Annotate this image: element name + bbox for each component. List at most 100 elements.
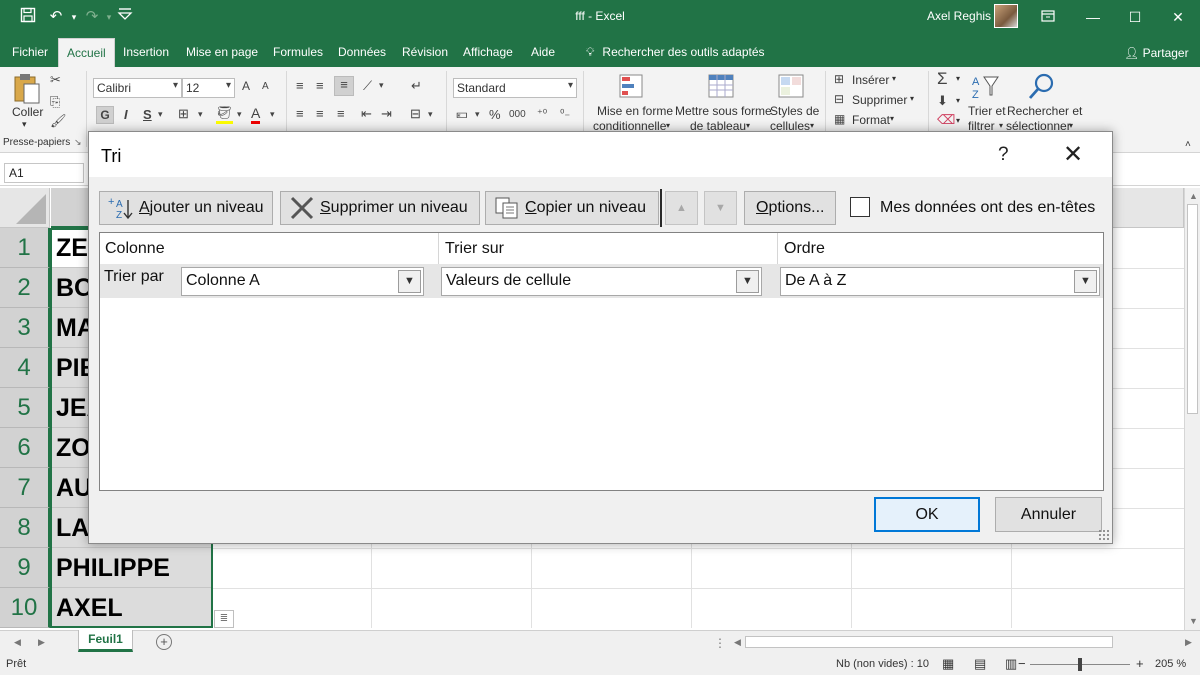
- zoom-out-button[interactable]: −: [1018, 656, 1026, 671]
- format-as-table-icon[interactable]: [707, 73, 739, 103]
- row-header[interactable]: 10: [0, 588, 50, 628]
- chevron-down-icon[interactable]: ▾: [475, 109, 480, 120]
- column-select[interactable]: Colonne A ▼: [181, 267, 424, 296]
- sort-filter-label-1[interactable]: Trier et: [968, 104, 1006, 118]
- name-box[interactable]: A1: [4, 163, 84, 183]
- chevron-down-icon[interactable]: ▾: [198, 109, 203, 120]
- increase-decimal-icon[interactable]: ⁺⁰: [537, 107, 547, 120]
- add-level-button[interactable]: + A Z Ajouter un niveau: [99, 191, 273, 225]
- chevron-down-icon[interactable]: ▾: [910, 94, 914, 103]
- tab-donnees[interactable]: Données: [338, 45, 386, 59]
- delete-label[interactable]: Supprimer: [852, 93, 907, 107]
- font-name-combo[interactable]: Calibri ▾: [93, 78, 182, 98]
- paste-label[interactable]: Coller: [12, 105, 43, 119]
- move-down-button[interactable]: ▼: [704, 191, 737, 225]
- chevron-down-icon[interactable]: ▾: [237, 109, 242, 120]
- scroll-down-icon[interactable]: ▼: [1189, 616, 1198, 626]
- chevron-down-icon[interactable]: ▼: [398, 270, 421, 293]
- underline-button[interactable]: S: [143, 107, 152, 122]
- tab-split-handle[interactable]: ⋮: [714, 636, 726, 650]
- chevron-down-icon[interactable]: ▾: [158, 109, 163, 120]
- add-sheet-icon[interactable]: +: [156, 634, 172, 650]
- ribbon-display-icon[interactable]: [1036, 5, 1060, 29]
- align-middle-icon[interactable]: ≡: [316, 78, 324, 93]
- clear-icon[interactable]: ⌫: [937, 112, 955, 128]
- prev-sheet-icon[interactable]: ◀: [14, 637, 21, 648]
- decrease-indent-icon[interactable]: ⇤: [361, 106, 372, 122]
- delete-level-button[interactable]: Supprimer un niveau: [280, 191, 480, 225]
- wrap-text-icon[interactable]: ↵: [411, 78, 422, 94]
- chevron-down-icon[interactable]: ▾: [956, 96, 960, 105]
- scroll-right-icon[interactable]: ▶: [1185, 637, 1192, 648]
- format-cells-icon[interactable]: ▦: [834, 112, 845, 126]
- tab-insertion[interactable]: Insertion: [123, 45, 169, 59]
- chevron-down-icon[interactable]: ▾: [666, 121, 670, 130]
- row-header[interactable]: 5: [0, 388, 50, 428]
- row-header[interactable]: 7: [0, 468, 50, 508]
- align-center-icon[interactable]: ≡: [316, 106, 324, 121]
- chevron-down-icon[interactable]: ▼: [1074, 270, 1097, 293]
- format-painter-icon[interactable]: 🖌︎: [50, 113, 67, 129]
- scroll-up-icon[interactable]: ▲: [1189, 191, 1198, 201]
- chevron-down-icon[interactable]: ▾: [956, 74, 960, 83]
- headers-checkbox-label[interactable]: Mes données ont des en-têtes: [880, 199, 1095, 217]
- bold-button[interactable]: G: [96, 106, 114, 124]
- dialog-close-button[interactable]: ✕: [1063, 140, 1083, 169]
- avatar[interactable]: [994, 4, 1018, 28]
- find-select-icon[interactable]: [1027, 72, 1059, 102]
- row-header[interactable]: 8: [0, 508, 50, 548]
- order-select[interactable]: De A à Z ▼: [780, 267, 1100, 296]
- minimize-icon[interactable]: —: [1081, 5, 1105, 29]
- help-button[interactable]: ?: [998, 144, 1009, 166]
- cell-styles-icon[interactable]: [777, 73, 809, 103]
- align-top-icon[interactable]: ≡: [296, 78, 304, 93]
- number-format-combo[interactable]: Standard ▾: [453, 78, 577, 98]
- tab-aide[interactable]: Aide: [531, 45, 555, 59]
- zoom-in-button[interactable]: +: [1136, 656, 1144, 671]
- chevron-down-icon[interactable]: ▾: [956, 116, 960, 125]
- paste-icon[interactable]: [12, 73, 44, 104]
- zoom-slider-thumb[interactable]: [1078, 658, 1082, 671]
- copy-icon[interactable]: ⎘: [50, 94, 60, 110]
- user-name[interactable]: Axel Reghis: [927, 9, 991, 23]
- tab-mise-en-page[interactable]: Mise en page: [186, 45, 258, 59]
- move-up-button[interactable]: ▲: [665, 191, 698, 225]
- decrease-decimal-icon[interactable]: ⁰₋: [560, 107, 570, 120]
- vertical-scroll-thumb[interactable]: [1187, 204, 1198, 414]
- tab-accueil[interactable]: Accueil: [58, 38, 115, 67]
- maximize-icon[interactable]: ☐: [1123, 5, 1147, 29]
- increase-indent-icon[interactable]: ⇥: [381, 106, 392, 122]
- tab-affichage[interactable]: Affichage: [463, 45, 513, 59]
- chevron-down-icon[interactable]: ▾: [892, 74, 896, 83]
- chevron-down-icon[interactable]: ▼: [736, 270, 759, 293]
- tell-me-box[interactable]: 💡︎ Rechercher des outils adaptés: [586, 45, 765, 60]
- sheet-tab-feuil1[interactable]: Feuil1: [78, 630, 133, 652]
- row-header[interactable]: 4: [0, 348, 50, 388]
- grow-font-icon[interactable]: A: [242, 79, 250, 93]
- format-as-table-label-1[interactable]: Mettre sous forme: [675, 104, 772, 118]
- chevron-down-icon[interactable]: ▾: [810, 121, 814, 130]
- row-header[interactable]: 9: [0, 548, 50, 588]
- autosum-icon[interactable]: Σ: [937, 69, 948, 89]
- resize-grip[interactable]: [1098, 529, 1110, 541]
- sort-on-select[interactable]: Valeurs de cellule ▼: [441, 267, 762, 296]
- merge-center-icon[interactable]: ⊟: [410, 106, 421, 122]
- fill-icon[interactable]: ⬇: [937, 93, 948, 109]
- normal-view-icon[interactable]: ▦: [942, 656, 954, 672]
- row-header[interactable]: 2: [0, 268, 50, 308]
- cut-icon[interactable]: ✂: [50, 72, 61, 88]
- conditional-format-icon[interactable]: [618, 73, 650, 103]
- chevron-down-icon[interactable]: ▾: [746, 121, 750, 130]
- options-button[interactable]: Options...: [744, 191, 836, 225]
- close-icon[interactable]: ✕: [1166, 5, 1190, 29]
- font-size-combo[interactable]: 12 ▾: [182, 78, 235, 98]
- share-button[interactable]: 👤︎ Partager: [1124, 46, 1189, 60]
- insert-label[interactable]: Insérer: [852, 73, 889, 87]
- dialog-launcher-icon[interactable]: ↘: [74, 137, 82, 148]
- scroll-left-icon[interactable]: ◀: [734, 637, 741, 648]
- borders-icon[interactable]: ⊞: [178, 106, 189, 122]
- chevron-down-icon[interactable]: ▾: [379, 80, 384, 91]
- shrink-font-icon[interactable]: A: [262, 81, 269, 92]
- accounting-icon[interactable]: 💶︎: [456, 106, 468, 122]
- horizontal-scroll-thumb[interactable]: [745, 636, 1113, 648]
